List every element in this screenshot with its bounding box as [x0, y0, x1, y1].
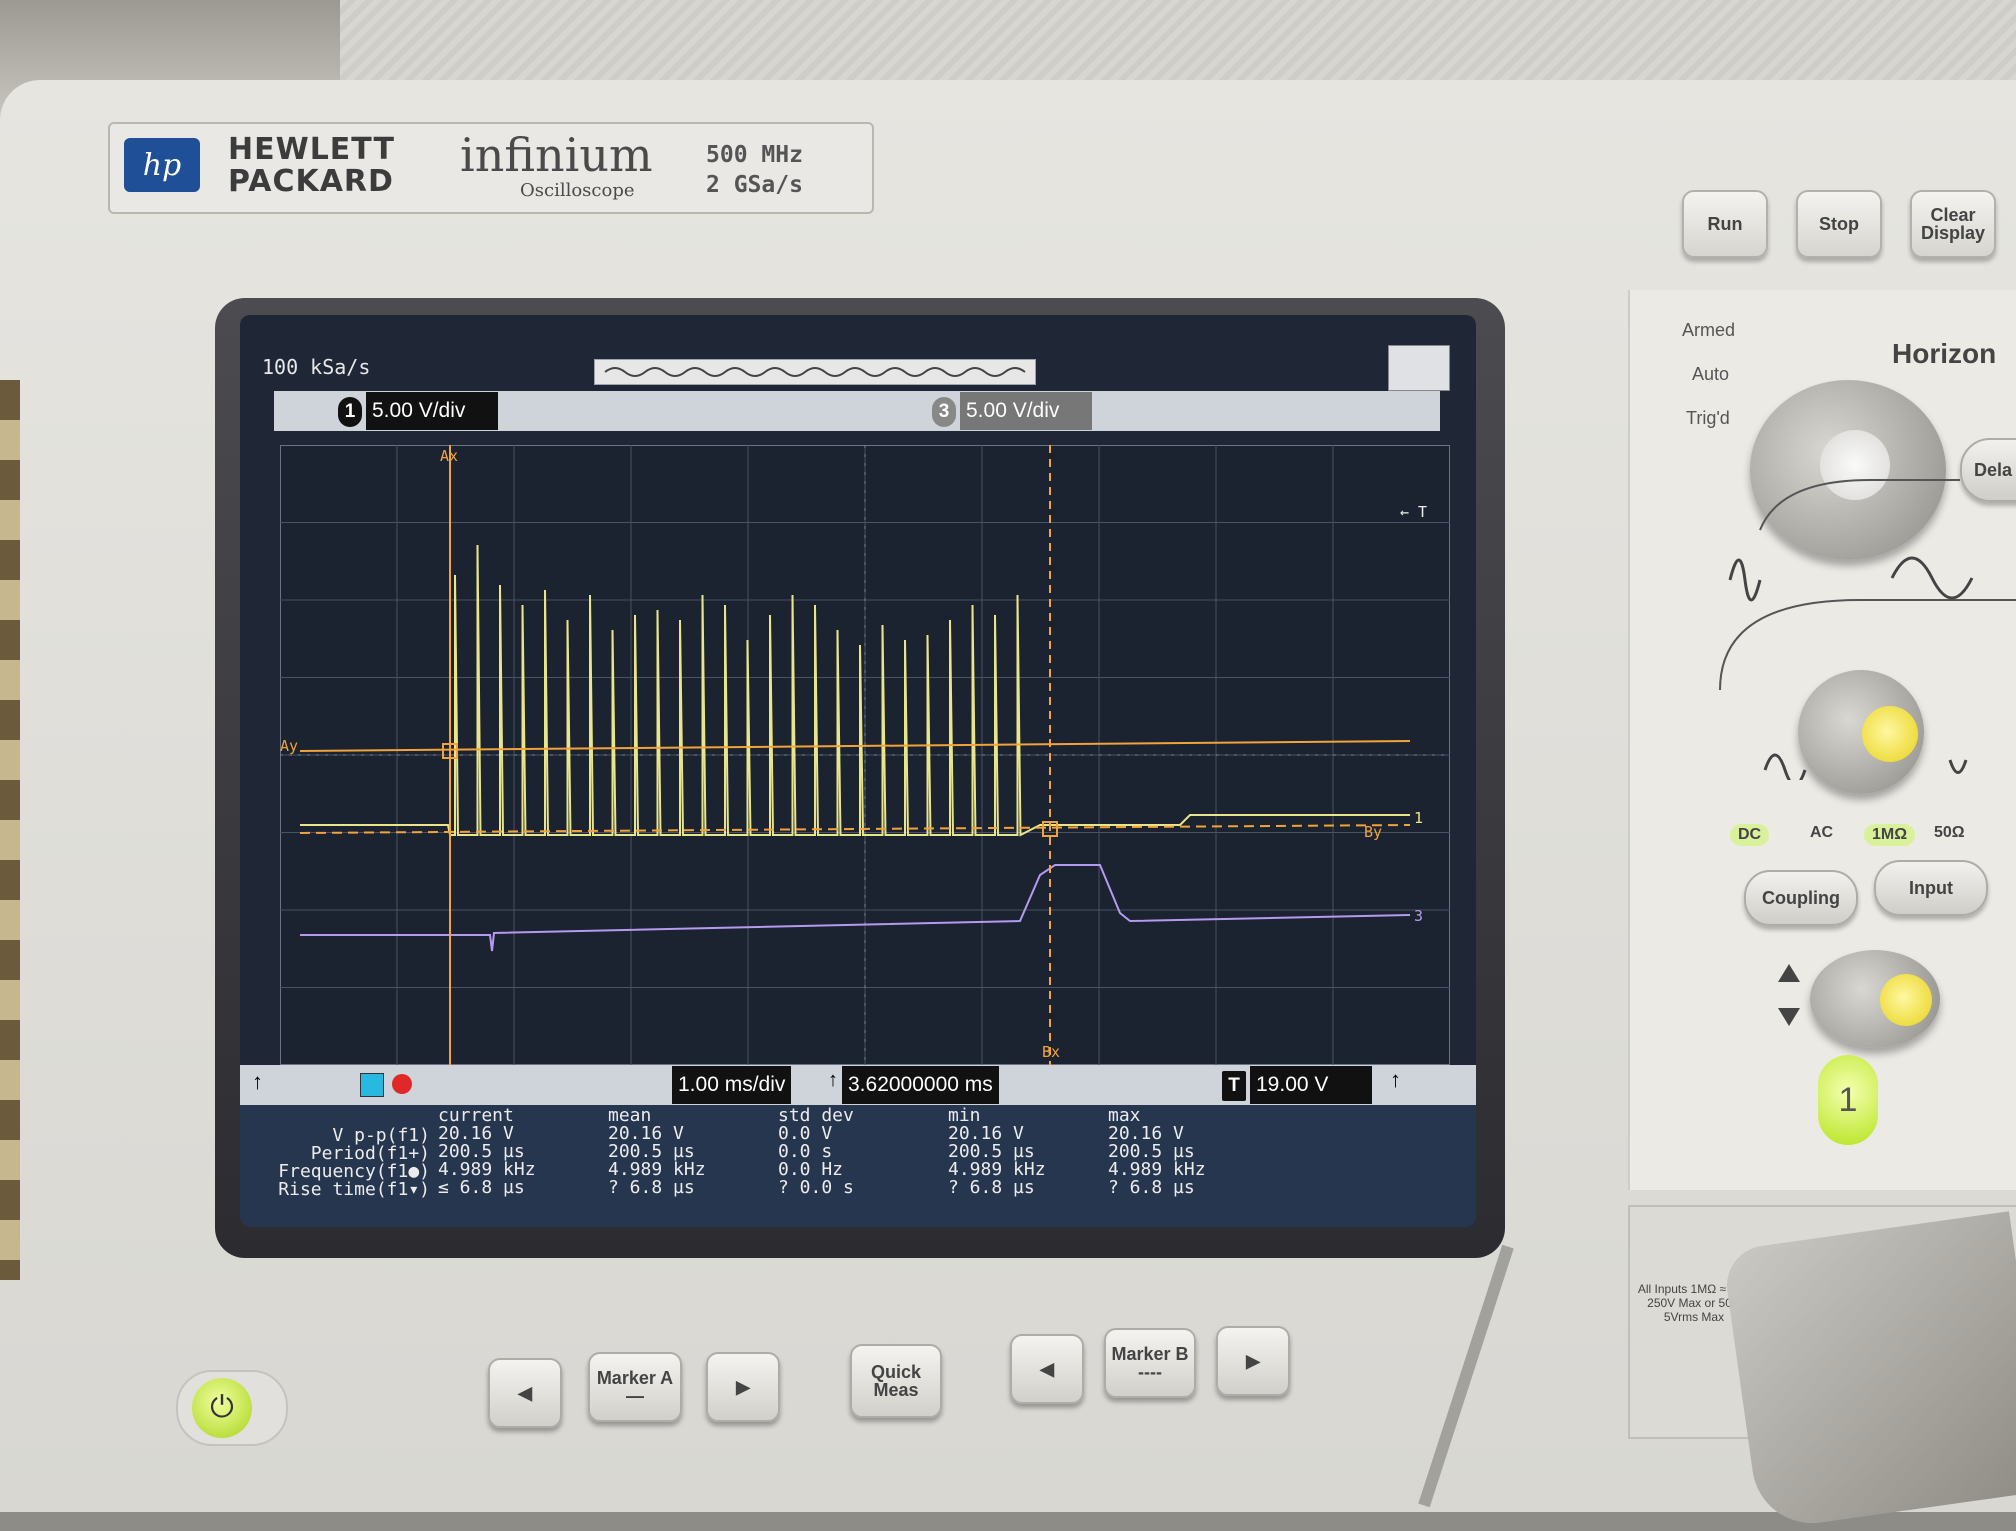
overview-bar[interactable] — [594, 359, 1036, 385]
coupling-button[interactable]: Coupling — [1744, 870, 1858, 926]
measurement-labels: V p-p(f1) Period(f1+) Frequency(f1●) Ris… — [270, 1127, 430, 1199]
run-button[interactable]: Run — [1682, 190, 1768, 258]
marker-ay-label: Ay — [280, 737, 298, 755]
time-per-div[interactable]: 1.00 ms/div — [672, 1066, 792, 1104]
fast-wave-icon — [1890, 556, 1974, 600]
current-column: current 20.16 V 200.5 µs 4.989 kHz ≤ 6.8… — [438, 1107, 536, 1197]
value: ≤ 6.8 µs — [438, 1177, 525, 1198]
channel-1-scale[interactable]: 5.00 V/div — [366, 392, 498, 430]
marker-ax-label: Ax — [440, 447, 458, 465]
timebase-bar: ↑ 1.00 ms/div ↑ 3.62000000 ms T 19.00 V … — [240, 1065, 1476, 1105]
marker-by-label: By — [1364, 823, 1382, 841]
marker-a-left-button[interactable]: ◀ — [488, 1358, 562, 1428]
right-arrow-icon: ▶ — [736, 1377, 750, 1397]
left-arrow-icon: ◀ — [1040, 1359, 1054, 1379]
maker-line1: HEWLETT — [228, 132, 395, 167]
trigger-level-badge: T — [1222, 1071, 1246, 1101]
slow-wave-icon — [1728, 558, 1762, 602]
power-button[interactable]: ⏻ — [176, 1370, 288, 1446]
armed-label: Armed — [1682, 320, 1736, 340]
color-grade-icon[interactable] — [360, 1073, 384, 1097]
channel-1-ground-marker: 1 — [1414, 809, 1423, 827]
clear-display-button[interactable]: Clear Display — [1910, 190, 1996, 258]
sample-rate-spec: 2 GSa/s — [706, 172, 803, 198]
knob-cap — [1862, 706, 1918, 762]
scroll-left-arrow-icon[interactable]: ↑ — [252, 1069, 263, 1095]
channel-3-badge: 3 — [932, 397, 956, 427]
knob-cap — [1880, 974, 1932, 1026]
product-name: infinium — [460, 128, 653, 182]
spec-text: 500 MHz 2 GSa/s — [706, 140, 803, 200]
channel-3-ground-marker: 3 — [1414, 907, 1423, 925]
control-panel: Armed Auto Trig'd Horizon Dela DC AC 1MΩ… — [1628, 290, 2016, 1190]
stop-button[interactable]: Stop — [1796, 190, 1882, 258]
maker-line2: PACKARD — [228, 164, 394, 199]
value: ? 0.0 s — [778, 1177, 854, 1198]
marker-a-button[interactable]: Marker A — — [588, 1352, 682, 1422]
trigger-level[interactable]: 19.00 V — [1250, 1066, 1372, 1104]
max-column: max 20.16 V 200.5 µs 4.989 kHz ? 6.8 µs — [1108, 1107, 1206, 1197]
row-label-rise-time: Rise time(f1▾) — [278, 1179, 430, 1200]
right-arrow-icon: ▶ — [1246, 1351, 1260, 1371]
delay-arrow-icon: ↑ — [828, 1069, 838, 1091]
trigd-label: Trig'd — [1686, 408, 1730, 428]
sample-rate-readout: 100 kSa/s — [262, 355, 371, 379]
50ohm-label: 50Ω — [1934, 824, 1965, 841]
marker-b-right-button[interactable]: ▶ — [1216, 1326, 1290, 1396]
auto-label: Auto — [1692, 364, 1730, 384]
overview-wave — [604, 367, 1026, 377]
maker-name: HEWLETT PACKARD — [228, 134, 395, 198]
input-button[interactable]: Input — [1874, 860, 1988, 916]
min-column: min 20.16 V 200.5 µs 4.989 kHz ? 6.8 µs — [948, 1107, 1046, 1197]
bandwidth: 500 MHz — [706, 142, 803, 168]
value: ? 6.8 µs — [948, 1177, 1035, 1198]
scroll-right-arrow-icon[interactable]: ↑ — [1390, 1067, 1401, 1093]
time-delay[interactable]: 3.62000000 ms — [842, 1066, 999, 1104]
dc-label: DC — [1730, 824, 1770, 846]
waveform-graticule: Ax Ay Bx By ← T 1 3 — [280, 445, 1450, 1065]
value: ? 6.8 µs — [608, 1177, 695, 1198]
run-mode-icon[interactable] — [1388, 345, 1450, 391]
offset-arrows-icon — [1778, 964, 1800, 1026]
channel-3-scale[interactable]: 5.00 V/div — [960, 392, 1092, 430]
marker-b-button[interactable]: Marker B ---- — [1104, 1328, 1196, 1398]
power-icon: ⏻ — [192, 1378, 252, 1438]
product-subtitle: Oscilloscope — [520, 180, 635, 201]
record-icon[interactable] — [392, 1074, 412, 1094]
marker-bx-label: Bx — [1042, 1043, 1060, 1061]
marker-a-right-button[interactable]: ▶ — [706, 1352, 780, 1422]
mean-column: mean 20.16 V 200.5 µs 4.989 kHz ? 6.8 µs — [608, 1107, 706, 1197]
left-arrow-icon: ◀ — [518, 1383, 532, 1403]
channel-scale-bar: 1 5.00 V/div 3 5.00 V/div — [274, 391, 1440, 431]
probe — [1721, 1211, 2016, 1531]
marker-b-left-button[interactable]: ◀ — [1010, 1334, 1084, 1404]
horizontal-title: Horizon — [1892, 338, 1997, 369]
offset-knob[interactable] — [1810, 950, 1940, 1048]
std-dev-column: std dev 0.0 V 0.0 s 0.0 Hz ? 0.0 s — [778, 1107, 854, 1197]
display-screen: 100 kSa/s 1 5.00 V/div 3 5.00 V/div Ax Ay… — [240, 315, 1476, 1227]
channel-1-badge: 1 — [338, 397, 362, 427]
trigger-marker: ← T — [1400, 503, 1427, 521]
measurement-panel: V p-p(f1) Period(f1+) Frequency(f1●) Ris… — [240, 1105, 1476, 1227]
ac-label: AC — [1810, 824, 1834, 841]
channel-1-key[interactable]: 1 — [1818, 1055, 1878, 1145]
value: ? 6.8 µs — [1108, 1177, 1195, 1198]
hp-logo: hp — [124, 138, 200, 192]
1mohm-label: 1MΩ — [1864, 824, 1916, 846]
quick-meas-button[interactable]: Quick Meas — [850, 1344, 942, 1418]
background-rack — [0, 380, 20, 1280]
brand-plate: hp HEWLETT PACKARD infinium Oscilloscope… — [108, 122, 874, 214]
channel-scale-knob[interactable] — [1798, 670, 1924, 794]
